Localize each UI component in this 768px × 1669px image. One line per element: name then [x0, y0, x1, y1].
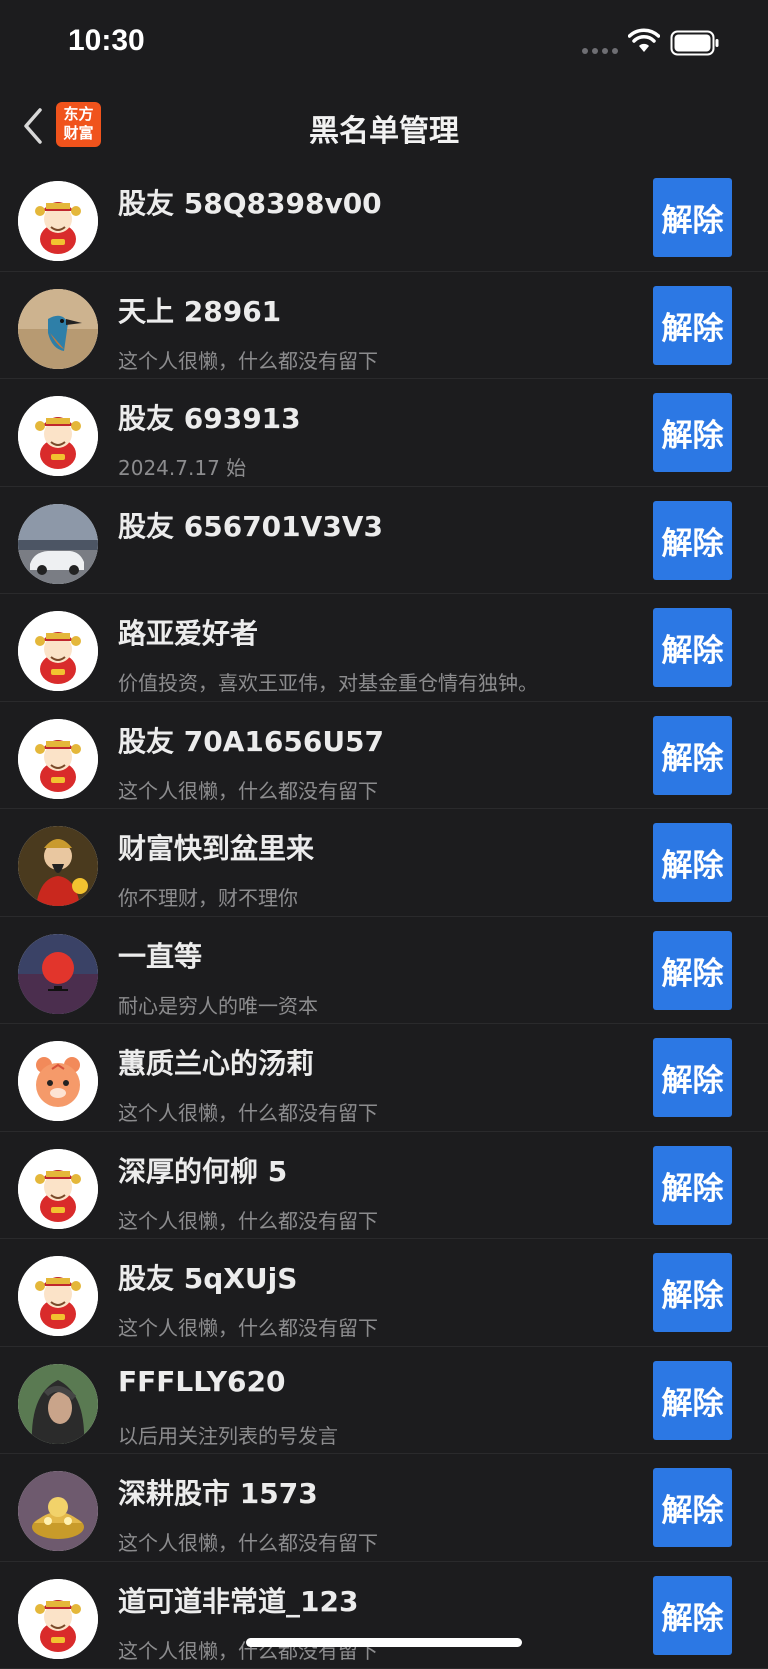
user-name: 深耕股市 1573 — [118, 1472, 318, 1512]
status-time: 10:30 — [68, 24, 145, 58]
blacklist-row: 深厚的何柳 5 这个人很懒，什么都没有留下 解除 — [0, 1132, 768, 1240]
user-bio: 这个人很懒，什么都没有留下 — [118, 1312, 378, 1341]
user-bio: 以后用关注列表的号发言 — [118, 1420, 338, 1449]
user-bio: 你不理财，财不理你 — [118, 882, 298, 911]
blacklist-row: 股友 5qXUjS 这个人很懒，什么都没有留下 解除 — [0, 1239, 768, 1347]
user-name: 路亚爱好者 — [118, 612, 258, 652]
unblock-button[interactable]: 解除 — [653, 501, 732, 580]
tiger-avatar[interactable] — [18, 1041, 98, 1121]
unblock-button[interactable]: 解除 — [653, 1146, 732, 1225]
user-bio: 这个人很懒，什么都没有留下 — [118, 345, 378, 374]
mascot-avatar[interactable] — [18, 611, 98, 691]
mascot-avatar[interactable] — [18, 1149, 98, 1229]
mascot-avatar[interactable] — [18, 396, 98, 476]
unblock-button[interactable]: 解除 — [653, 1361, 732, 1440]
blacklist-row: FFFLLY620 以后用关注列表的号发言 解除 — [0, 1347, 768, 1455]
user-name: 道可道非常道_123 — [118, 1580, 358, 1620]
user-bio: 2024.7.17 始 — [118, 452, 246, 481]
god-of-wealth-avatar[interactable] — [18, 826, 98, 906]
blacklist-row: 股友 58Q8398v00 解除 — [0, 164, 768, 272]
blacklist-row: 深耕股市 1573 这个人很懒，什么都没有留下 解除 — [0, 1454, 768, 1562]
user-bio: 这个人很懒，什么都没有留下 — [118, 1527, 378, 1556]
blacklist: 股友 58Q8398v00 解除 天上 28961 这个人很懒，什么都没有留下 … — [0, 164, 768, 1669]
user-name: 一直等 — [118, 935, 202, 975]
blacklist-row: 道可道非常道_123 这个人很懒，什么都没有留下 解除 — [0, 1562, 768, 1669]
blacklist-row: 股友 70A1656U57 这个人很懒，什么都没有留下 解除 — [0, 702, 768, 810]
mascot-avatar[interactable] — [18, 181, 98, 261]
unblock-button[interactable]: 解除 — [653, 823, 732, 902]
blacklist-row: 股友 693913 2024.7.17 始 解除 — [0, 379, 768, 487]
blacklist-row: 股友 656701V3V3 解除 — [0, 487, 768, 595]
user-name: 股友 656701V3V3 — [118, 505, 383, 545]
user-name: 股友 693913 — [118, 397, 301, 437]
user-name: 股友 5qXUjS — [118, 1257, 297, 1297]
user-name: FFFLLY620 — [118, 1365, 285, 1398]
unblock-button[interactable]: 解除 — [653, 1038, 732, 1117]
user-name: 天上 28961 — [118, 290, 281, 330]
unblock-button[interactable]: 解除 — [653, 286, 732, 365]
user-bio: 这个人很懒，什么都没有留下 — [118, 775, 378, 804]
blacklist-row: 一直等 耐心是穷人的唯一资本 解除 — [0, 917, 768, 1025]
mascot-avatar[interactable] — [18, 719, 98, 799]
unblock-button[interactable]: 解除 — [653, 716, 732, 795]
battery-icon — [670, 30, 720, 56]
status-bar: 10:30 — [0, 0, 768, 88]
sunset-avatar[interactable] — [18, 934, 98, 1014]
gold-treasure-avatar[interactable] — [18, 1471, 98, 1551]
portrait-photo-avatar[interactable] — [18, 1364, 98, 1444]
user-name: 深厚的何柳 5 — [118, 1150, 287, 1190]
blacklist-row: 天上 28961 这个人很懒，什么都没有留下 解除 — [0, 272, 768, 380]
user-name: 股友 58Q8398v00 — [118, 182, 382, 222]
wifi-icon — [628, 28, 660, 54]
user-bio: 这个人很懒，什么都没有留下 — [118, 1097, 378, 1126]
blacklist-row: 蕙质兰心的汤莉 这个人很懒，什么都没有留下 解除 — [0, 1024, 768, 1132]
user-name: 股友 70A1656U57 — [118, 720, 384, 760]
blacklist-row: 财富快到盆里来 你不理财，财不理你 解除 — [0, 809, 768, 917]
page-title: 黑名单管理 — [0, 106, 768, 150]
unblock-button[interactable]: 解除 — [653, 1468, 732, 1547]
user-bio: 耐心是穷人的唯一资本 — [118, 990, 318, 1019]
nav-bar: 东方 财富 黑名单管理 — [0, 88, 768, 164]
mascot-avatar[interactable] — [18, 1579, 98, 1659]
unblock-button[interactable]: 解除 — [653, 931, 732, 1010]
cellular-signal-icon — [582, 48, 618, 54]
unblock-button[interactable]: 解除 — [653, 393, 732, 472]
user-name: 蕙质兰心的汤莉 — [118, 1042, 314, 1082]
home-indicator[interactable] — [246, 1638, 522, 1647]
unblock-button[interactable]: 解除 — [653, 1253, 732, 1332]
unblock-button[interactable]: 解除 — [653, 178, 732, 257]
user-name: 财富快到盆里来 — [118, 827, 314, 867]
user-bio: 这个人很懒，什么都没有留下 — [118, 1205, 378, 1234]
blacklist-row: 路亚爱好者 价值投资，喜欢王亚伟，对基金重仓情有独钟。 解除 — [0, 594, 768, 702]
user-bio: 价值投资，喜欢王亚伟，对基金重仓情有独钟。 — [118, 667, 538, 696]
unblock-button[interactable]: 解除 — [653, 608, 732, 687]
unblock-button[interactable]: 解除 — [653, 1576, 732, 1655]
kingfisher-avatar[interactable] — [18, 289, 98, 369]
mascot-avatar[interactable] — [18, 1256, 98, 1336]
car-photo-avatar[interactable] — [18, 504, 98, 584]
